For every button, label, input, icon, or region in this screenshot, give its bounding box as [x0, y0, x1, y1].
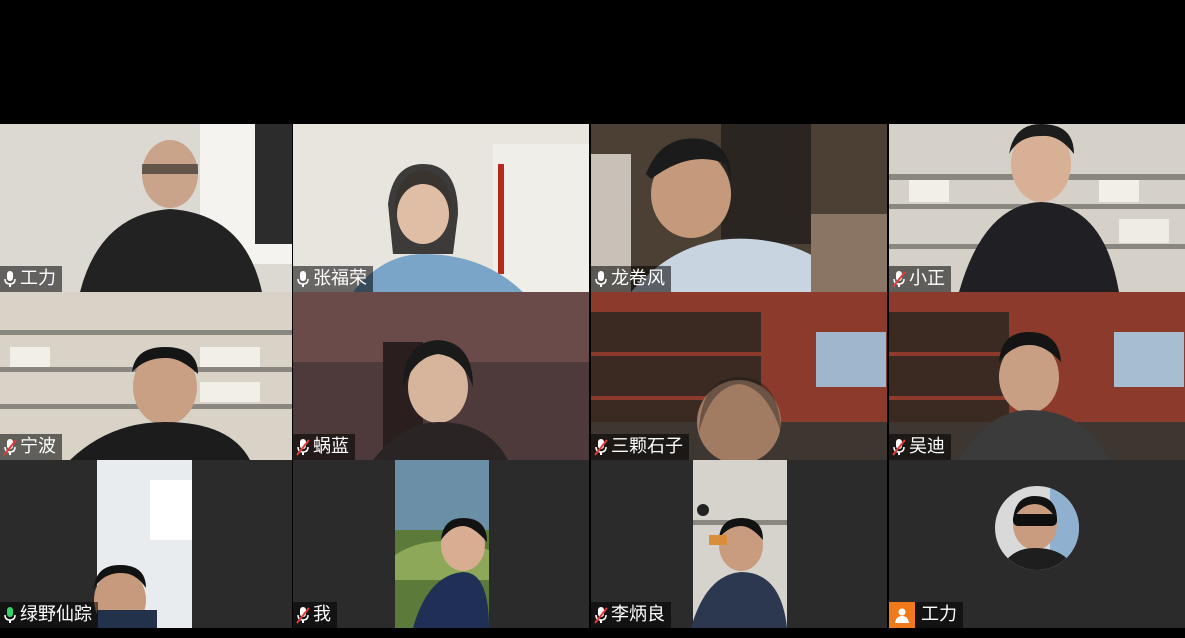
- participant-name: 蜗蓝: [313, 436, 349, 457]
- participant-tile[interactable]: 工力: [0, 124, 292, 292]
- microphone-icon: [297, 271, 309, 287]
- participant-tile[interactable]: 蜗蓝: [293, 292, 589, 460]
- participant-tile[interactable]: 宁波: [0, 292, 292, 460]
- participant-tile-active-speaker[interactable]: 绿野仙踪: [0, 460, 292, 628]
- microphone-muted-icon: [892, 439, 906, 456]
- microphone-muted-icon: [296, 439, 310, 456]
- microphone-icon: [4, 271, 16, 287]
- participant-name: 三颗石子: [611, 436, 683, 457]
- microphone-muted-icon: [892, 271, 906, 288]
- participant-name: 工力: [921, 604, 957, 625]
- participant-label: 三颗石子: [591, 434, 689, 460]
- microphone-muted-icon: [594, 439, 608, 456]
- participant-label: 我: [293, 602, 337, 628]
- participant-label: 小正: [889, 266, 951, 292]
- participant-video: [293, 460, 589, 628]
- participant-tile[interactable]: 工力: [889, 460, 1185, 628]
- participant-label: 吴迪: [889, 434, 951, 460]
- participant-name: 工力: [20, 268, 56, 289]
- participant-name: 小正: [909, 268, 945, 289]
- user-icon: [889, 602, 915, 628]
- participant-name: 我: [313, 604, 331, 625]
- participant-tile[interactable]: 我: [293, 460, 589, 628]
- participant-tile[interactable]: 龙卷风: [591, 124, 887, 292]
- participant-name: 绿野仙踪: [20, 604, 92, 625]
- participant-tile[interactable]: 小正: [889, 124, 1185, 292]
- microphone-muted-icon: [594, 607, 608, 624]
- participant-label: 绿野仙踪: [0, 602, 98, 628]
- participant-tile[interactable]: 张福荣: [293, 124, 589, 292]
- microphone-muted-icon: [3, 439, 17, 456]
- participant-name: 龙卷风: [611, 268, 665, 289]
- microphone-icon: [595, 271, 607, 287]
- participant-label: 蜗蓝: [293, 434, 355, 460]
- microphone-active-icon: [4, 607, 16, 623]
- participant-label: 李炳良: [591, 602, 671, 628]
- participant-name: 李炳良: [611, 604, 665, 625]
- participant-label: 宁波: [0, 434, 62, 460]
- avatar: [995, 486, 1079, 570]
- video-grid: 工力 张福荣 龙卷风 小正 宁波 蜗蓝 三颗石子 吴迪 绿野仙踪 我 李炳良 工…: [0, 124, 1185, 628]
- participant-tile[interactable]: 李炳良: [591, 460, 887, 628]
- participant-tile[interactable]: 三颗石子: [591, 292, 887, 460]
- participant-name: 宁波: [20, 436, 56, 457]
- participant-tile[interactable]: 吴迪: [889, 292, 1185, 460]
- participant-label: 工力: [889, 602, 963, 628]
- participant-name: 张福荣: [313, 268, 367, 289]
- participant-label: 龙卷风: [591, 266, 671, 292]
- participant-name: 吴迪: [909, 436, 945, 457]
- participant-label: 张福荣: [293, 266, 373, 292]
- microphone-muted-icon: [296, 607, 310, 624]
- participant-label: 工力: [0, 266, 62, 292]
